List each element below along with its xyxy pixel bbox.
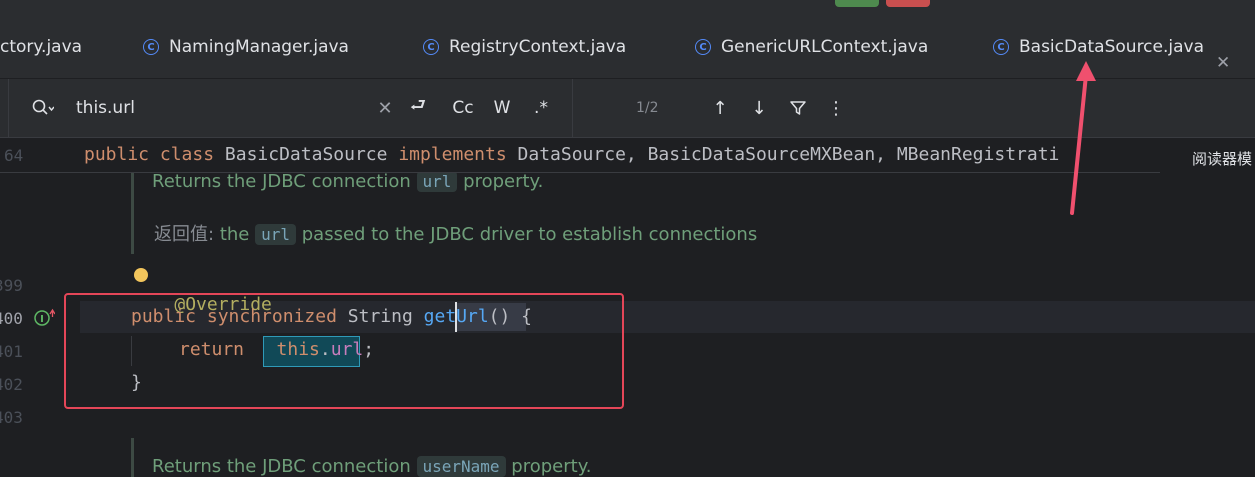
class-icon: C — [695, 39, 711, 55]
status-indicator-red — [886, 0, 930, 7]
class-icon: C — [143, 39, 159, 55]
tab-registry-context[interactable]: C RegistryContext.java — [423, 16, 626, 78]
line-number: 403 — [0, 408, 23, 427]
doc-comment-line: Returns the JDBC connection url property… — [152, 171, 543, 192]
class-icon: C — [423, 39, 439, 55]
class-name: BasicDataSource — [224, 144, 388, 165]
tab-label: NamingManager.java — [169, 37, 349, 57]
tab-naming-manager[interactable]: C NamingManager.java — [143, 16, 349, 78]
tab-label: BasicDataSource.java — [1019, 37, 1205, 57]
tab-generic-url-context[interactable]: C GenericURLContext.java — [695, 16, 928, 78]
search-input[interactable] — [76, 95, 366, 121]
tab-label: GenericURLContext.java — [721, 37, 929, 57]
doc-comment-line: Returns the JDBC connection userName pro… — [152, 456, 592, 477]
filter-icon[interactable] — [786, 79, 810, 137]
line-number: 401 — [0, 342, 23, 361]
new-line-icon[interactable]: ⮐ — [405, 79, 431, 137]
doc-text: Returns the JDBC connection — [152, 456, 411, 477]
more-options-icon[interactable]: ⋮ — [826, 79, 846, 137]
doc-return-label: 返回值: — [154, 224, 215, 245]
sticky-class-header[interactable]: 64 public class BasicDataSource implemen… — [0, 138, 1160, 173]
doc-code-chip: url — [416, 171, 458, 192]
class-icon: C — [993, 39, 1009, 55]
search-icon[interactable] — [28, 79, 58, 137]
title-bar — [0, 0, 1255, 16]
clear-search-icon[interactable]: ✕ — [374, 79, 396, 137]
keyword-class: class — [159, 144, 215, 165]
tab-ctory-java[interactable]: ctory.java — [0, 16, 82, 78]
doc-text: Returns the JDBC connection — [152, 171, 411, 192]
next-match-icon[interactable]: ↓ — [747, 79, 771, 137]
line-number: 402 — [0, 375, 23, 394]
match-case-button[interactable]: Cc — [448, 79, 478, 137]
sticky-line-number: 64 — [4, 146, 24, 165]
svg-text:I: I — [40, 314, 44, 325]
doc-comment-bar — [131, 172, 134, 254]
doc-comment-bar — [131, 438, 134, 477]
regex-button[interactable]: .* — [527, 79, 555, 137]
doc-return-line: 返回值: the url passed to the JDBC driver t… — [154, 220, 757, 246]
class-declaration: public class BasicDataSource implements … — [84, 144, 1059, 165]
find-bar-edge — [0, 79, 9, 137]
line-number: 399 — [0, 276, 23, 295]
annotation-arrow — [1070, 61, 1096, 215]
reader-mode-button[interactable]: 阅读器模 — [1192, 148, 1252, 169]
line-number: 400 — [0, 309, 23, 328]
interfaces: DataSource, BasicDataSourceMXBean, MBean… — [517, 144, 1060, 165]
doc-code-chip: url — [255, 224, 296, 245]
annotation-highlight-box — [64, 293, 624, 409]
doc-text: passed to the JDBC driver to establish c… — [301, 224, 758, 245]
implements-method-icon[interactable]: I — [33, 308, 56, 328]
close-tab-icon[interactable]: ✕ — [1216, 53, 1230, 73]
doc-text: property. — [511, 456, 592, 477]
doc-text: property. — [463, 171, 544, 192]
whole-word-button[interactable]: W — [488, 79, 516, 137]
tab-label: RegistryContext.java — [449, 37, 627, 57]
doc-text: the — [219, 224, 250, 245]
keyword-public: public — [84, 144, 150, 165]
match-count: 1/2 — [636, 100, 659, 116]
find-bar-divider — [572, 79, 573, 137]
status-indicator-green — [835, 0, 879, 7]
previous-match-icon[interactable]: ↑ — [708, 79, 732, 137]
doc-code-chip: userName — [416, 456, 506, 477]
keyword-implements: implements — [398, 144, 507, 165]
tab-label: ctory.java — [0, 37, 83, 57]
